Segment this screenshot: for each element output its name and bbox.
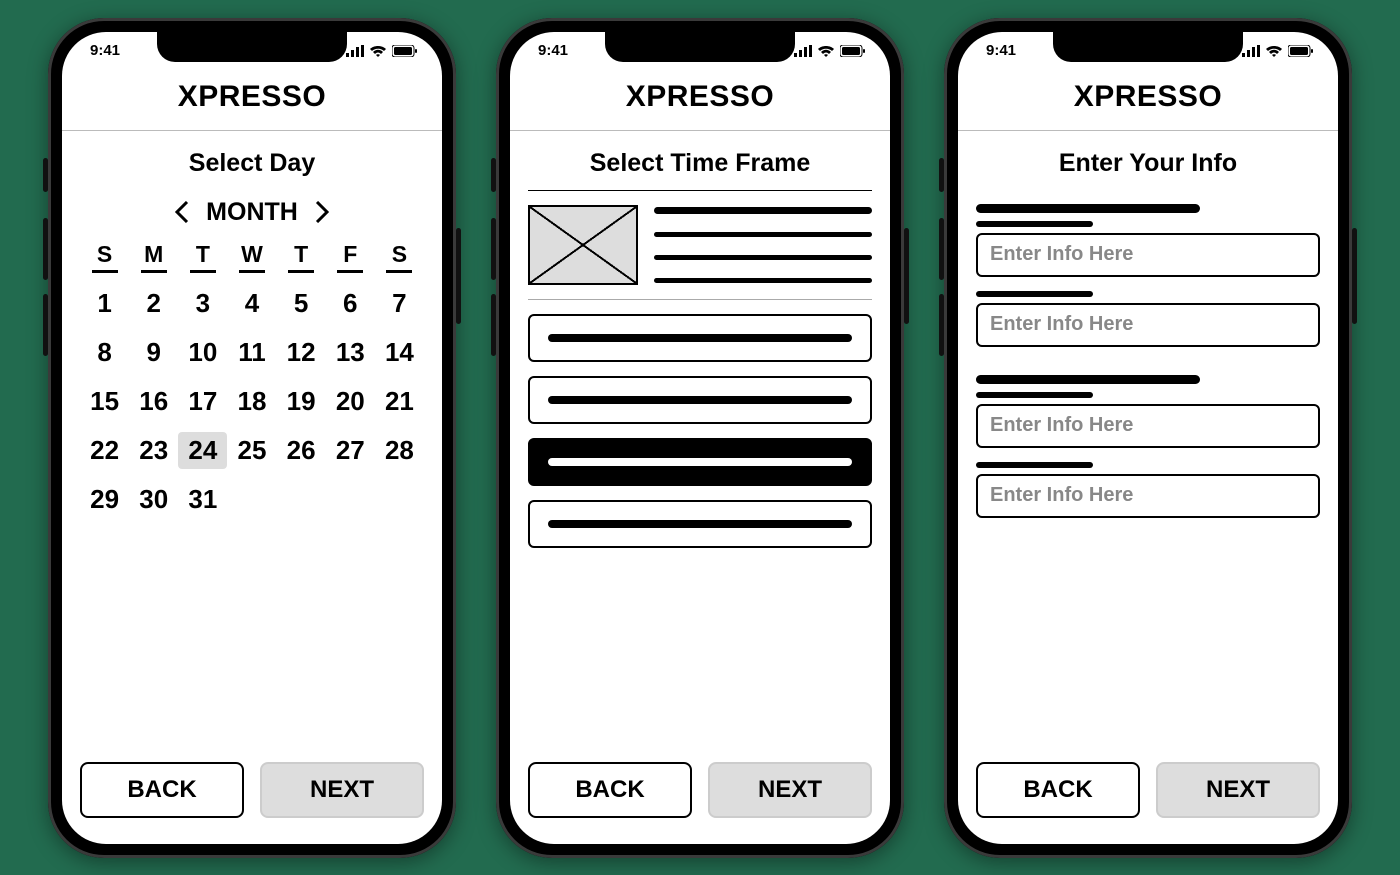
battery-icon	[1288, 45, 1314, 57]
field-label	[976, 392, 1093, 398]
calendar-day[interactable]: 3	[178, 285, 227, 322]
back-button[interactable]: BACK	[976, 762, 1140, 818]
calendar-day[interactable]: 17	[178, 383, 227, 420]
page-title: Select Time Frame	[510, 131, 890, 190]
calendar-day[interactable]: 6	[326, 285, 375, 322]
calendar-dow: S	[92, 239, 118, 273]
calendar-day[interactable]: 31	[178, 481, 227, 518]
calendar-day[interactable]: 9	[129, 334, 178, 371]
month-label: MONTH	[206, 198, 298, 227]
page-title: Enter Your Info	[958, 131, 1338, 190]
calendar-day[interactable]: 21	[375, 383, 424, 420]
time-option-3[interactable]	[528, 438, 872, 486]
calendar-day[interactable]: 20	[326, 383, 375, 420]
chevron-left-icon	[175, 201, 189, 223]
calendar-day[interactable]: 26	[277, 432, 326, 469]
app-title: XPRESSO	[62, 70, 442, 131]
calendar-dow: W	[239, 239, 265, 273]
calendar-day[interactable]: 13	[326, 334, 375, 371]
calendar-day[interactable]: 19	[277, 383, 326, 420]
calendar-day[interactable]: 27	[326, 432, 375, 469]
next-button[interactable]: NEXT	[708, 762, 872, 818]
time-option-list	[528, 314, 872, 548]
wifi-icon	[818, 45, 834, 57]
summary-lines	[654, 205, 872, 285]
calendar-grid: 1234567891011121314151617181920212223242…	[80, 285, 424, 518]
wifi-icon	[1266, 45, 1282, 57]
signal-icon	[794, 45, 812, 57]
phone-mock-2: 9:41 XPRESSO Select Time Frame BACK	[496, 18, 904, 858]
calendar-dow: T	[190, 239, 216, 273]
info-field-1[interactable]	[976, 233, 1320, 277]
next-button[interactable]: NEXT	[260, 762, 424, 818]
option-bar	[548, 334, 852, 342]
calendar-day[interactable]: 15	[80, 383, 129, 420]
calendar-day[interactable]: 23	[129, 432, 178, 469]
option-bar	[548, 458, 852, 466]
calendar-day[interactable]: 29	[80, 481, 129, 518]
option-bar	[548, 520, 852, 528]
status-time: 9:41	[538, 42, 568, 59]
option-bar	[548, 396, 852, 404]
info-field-2[interactable]	[976, 303, 1320, 347]
calendar-day[interactable]: 5	[277, 285, 326, 322]
app-title: XPRESSO	[510, 70, 890, 131]
field-label	[976, 462, 1093, 468]
prev-month-button[interactable]	[172, 202, 192, 222]
calendar-day[interactable]: 12	[277, 334, 326, 371]
calendar-day[interactable]: 28	[375, 432, 424, 469]
battery-icon	[840, 45, 866, 57]
app-title: XPRESSO	[958, 70, 1338, 131]
time-option-1[interactable]	[528, 314, 872, 362]
thumbnail-placeholder-icon	[528, 205, 638, 285]
field-label	[976, 291, 1093, 297]
calendar-dow: M	[141, 239, 167, 273]
calendar-day[interactable]: 10	[178, 334, 227, 371]
calendar-dow: F	[337, 239, 363, 273]
next-button[interactable]: NEXT	[1156, 762, 1320, 818]
page-title: Select Day	[62, 131, 442, 190]
status-time: 9:41	[986, 42, 1016, 59]
calendar-day[interactable]: 14	[375, 334, 424, 371]
next-month-button[interactable]	[312, 202, 332, 222]
time-option-2[interactable]	[528, 376, 872, 424]
chevron-right-icon	[315, 201, 329, 223]
calendar-day[interactable]: 2	[129, 285, 178, 322]
calendar-day[interactable]: 1	[80, 285, 129, 322]
calendar-day[interactable]: 11	[227, 334, 276, 371]
form-group-heading	[976, 375, 1200, 384]
calendar-day[interactable]: 18	[227, 383, 276, 420]
calendar-dow: S	[386, 239, 412, 273]
calendar-day[interactable]: 24	[178, 432, 227, 469]
signal-icon	[1242, 45, 1260, 57]
back-button[interactable]: BACK	[528, 762, 692, 818]
calendar-day[interactable]: 4	[227, 285, 276, 322]
calendar-day[interactable]: 16	[129, 383, 178, 420]
summary-card	[528, 205, 872, 300]
calendar-day[interactable]: 8	[80, 334, 129, 371]
calendar-day[interactable]: 22	[80, 432, 129, 469]
signal-icon	[346, 45, 364, 57]
back-button[interactable]: BACK	[80, 762, 244, 818]
info-field-3[interactable]	[976, 404, 1320, 448]
phone-mock-3: 9:41 XPRESSO Enter Your Info BACK NEXT	[944, 18, 1352, 858]
battery-icon	[392, 45, 418, 57]
info-field-4[interactable]	[976, 474, 1320, 518]
wifi-icon	[370, 45, 386, 57]
calendar-day[interactable]: 25	[227, 432, 276, 469]
time-option-4[interactable]	[528, 500, 872, 548]
calendar-day[interactable]: 30	[129, 481, 178, 518]
status-time: 9:41	[90, 42, 120, 59]
phone-mock-1: 9:41 XPRESSO Select Day MONTH SMTWTFS 12…	[48, 18, 456, 858]
calendar-day[interactable]: 7	[375, 285, 424, 322]
field-label	[976, 221, 1093, 227]
calendar-dow-row: SMTWTFS	[80, 239, 424, 273]
calendar-dow: T	[288, 239, 314, 273]
form-group-heading	[976, 204, 1200, 213]
